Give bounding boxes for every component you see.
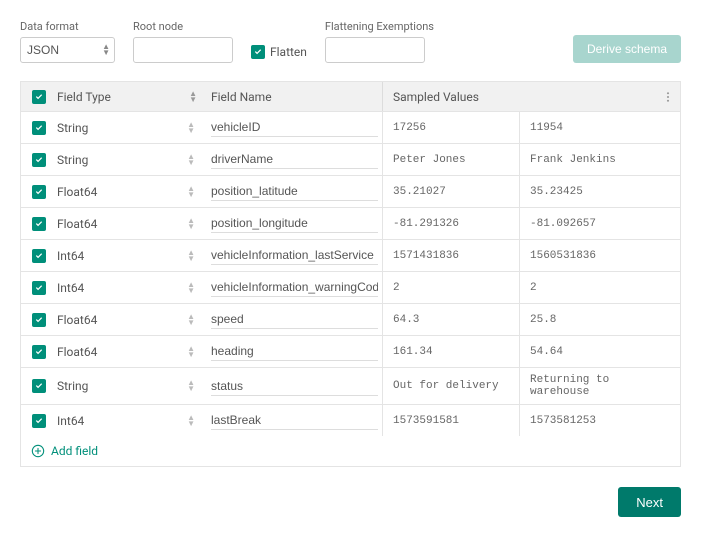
sample-value-1: 1571431836 — [393, 250, 459, 262]
root-node-label: Root node — [133, 20, 233, 33]
schema-table: Field Type ▲▼ Field Name Sampled Values S… — [20, 81, 681, 467]
field-type[interactable]: Float64 — [57, 345, 187, 359]
field-type[interactable]: Float64 — [57, 313, 187, 327]
field-type[interactable]: Int64 — [57, 249, 187, 263]
chevron-updown-icon[interactable]: ▲▼ — [187, 218, 195, 230]
row-checkbox[interactable] — [32, 185, 46, 199]
field-type[interactable]: Float64 — [57, 217, 187, 231]
chevron-updown-icon[interactable]: ▲▼ — [187, 250, 195, 262]
chevron-updown-icon[interactable]: ▲▼ — [187, 282, 195, 294]
header-field-type: Field Type — [57, 90, 111, 104]
field-name-input[interactable] — [211, 310, 378, 329]
sample-value-2: 1560531836 — [530, 250, 596, 262]
table-row: String▲▼ Out for delivery Returning to war… — [21, 368, 680, 405]
field-name-input[interactable] — [211, 246, 378, 265]
chevron-updown-icon[interactable]: ▲▼ — [187, 154, 195, 166]
root-node-group: Root node — [133, 20, 233, 63]
table-header-row: Field Type ▲▼ Field Name Sampled Values — [21, 82, 680, 112]
add-field-label: Add field — [51, 444, 98, 458]
field-name-input[interactable] — [211, 182, 378, 201]
row-checkbox[interactable] — [32, 414, 46, 428]
flatten-label: Flatten — [270, 45, 307, 59]
field-type[interactable]: Float64 — [57, 185, 187, 199]
row-checkbox[interactable] — [32, 345, 46, 359]
select-all-checkbox[interactable] — [32, 90, 46, 104]
field-type[interactable]: String — [57, 153, 187, 167]
add-icon — [31, 444, 45, 458]
sample-value-2: 54.64 — [530, 346, 563, 358]
header-field-name: Field Name — [211, 90, 272, 104]
sample-value-2: Frank Jenkins — [530, 154, 616, 166]
row-checkbox[interactable] — [32, 281, 46, 295]
sample-value-2: 11954 — [530, 122, 563, 134]
table-row: Float64▲▼ 35.21027 35.23425 — [21, 176, 680, 208]
header-sampled-values: Sampled Values — [393, 90, 479, 104]
table-row: Int64▲▼ 2 2 — [21, 272, 680, 304]
sample-value-2: -81.092657 — [530, 218, 596, 230]
table-row: Int64▲▼ 1571431836 1560531836 — [21, 240, 680, 272]
sample-value-2: 25.8 — [530, 314, 556, 326]
data-format-group: Data format JSON ▲▼ — [20, 20, 115, 63]
field-type[interactable]: Int64 — [57, 281, 187, 295]
field-name-input[interactable] — [211, 278, 378, 297]
sample-value-1: 35.21027 — [393, 186, 446, 198]
row-checkbox[interactable] — [32, 379, 46, 393]
more-icon[interactable] — [662, 91, 674, 103]
sample-value-1: 1573591581 — [393, 415, 459, 427]
row-checkbox[interactable] — [32, 153, 46, 167]
flatten-group: Flatten — [251, 45, 307, 63]
field-name-input[interactable] — [211, 118, 378, 137]
field-name-input[interactable] — [211, 150, 378, 169]
row-checkbox[interactable] — [32, 249, 46, 263]
top-controls: Data format JSON ▲▼ Root node Flatten Fl… — [20, 20, 681, 63]
sort-icon[interactable]: ▲▼ — [189, 91, 197, 103]
field-type[interactable]: String — [57, 121, 187, 135]
row-checkbox[interactable] — [32, 313, 46, 327]
sample-value-1: 161.34 — [393, 346, 433, 358]
data-format-label: Data format — [20, 20, 115, 33]
field-type[interactable]: String — [57, 379, 187, 393]
field-name-input[interactable] — [211, 342, 378, 361]
sample-value-2: 1573581253 — [530, 415, 596, 427]
chevron-updown-icon[interactable]: ▲▼ — [187, 122, 195, 134]
sample-value-2: Returning to warehouse — [530, 374, 646, 398]
sample-value-1: -81.291326 — [393, 218, 459, 230]
flatten-exemptions-group: Flattening Exemptions — [325, 20, 434, 63]
chevron-updown-icon[interactable]: ▲▼ — [187, 186, 195, 198]
table-row: Float64▲▼ -81.291326 -81.092657 — [21, 208, 680, 240]
chevron-updown-icon[interactable]: ▲▼ — [187, 380, 195, 392]
sample-value-1: Out for delivery — [393, 380, 499, 392]
row-checkbox[interactable] — [32, 121, 46, 135]
sample-value-1: 17256 — [393, 122, 426, 134]
root-node-input[interactable] — [133, 37, 233, 63]
flatten-exemptions-label: Flattening Exemptions — [325, 20, 434, 33]
sample-value-1: Peter Jones — [393, 154, 466, 166]
row-checkbox[interactable] — [32, 217, 46, 231]
field-name-input[interactable] — [211, 377, 378, 396]
data-format-select[interactable]: JSON — [20, 37, 115, 63]
field-name-input[interactable] — [211, 411, 378, 430]
table-row: Float64▲▼ 64.3 25.8 — [21, 304, 680, 336]
table-row: String▲▼ Peter Jones Frank Jenkins — [21, 144, 680, 176]
next-button[interactable]: Next — [618, 487, 681, 517]
sample-value-2: 2 — [530, 282, 537, 294]
sample-value-1: 64.3 — [393, 314, 419, 326]
flatten-checkbox[interactable] — [251, 45, 265, 59]
chevron-updown-icon[interactable]: ▲▼ — [187, 346, 195, 358]
table-row: Int64▲▼ 1573591581 1573581253 — [21, 405, 680, 436]
field-type[interactable]: Int64 — [57, 414, 187, 428]
data-format-select-wrap[interactable]: JSON ▲▼ — [20, 37, 115, 63]
sample-value-2: 35.23425 — [530, 186, 583, 198]
derive-schema-button[interactable]: Derive schema — [573, 35, 681, 63]
add-field-row[interactable]: Add field — [21, 436, 680, 466]
table-row: Float64▲▼ 161.34 54.64 — [21, 336, 680, 368]
sample-value-1: 2 — [393, 282, 400, 294]
chevron-updown-icon[interactable]: ▲▼ — [187, 314, 195, 326]
flatten-exemptions-input[interactable] — [325, 37, 425, 63]
field-name-input[interactable] — [211, 214, 378, 233]
chevron-updown-icon[interactable]: ▲▼ — [187, 415, 195, 427]
table-row: String▲▼ 17256 11954 — [21, 112, 680, 144]
footer: Next — [20, 487, 681, 517]
